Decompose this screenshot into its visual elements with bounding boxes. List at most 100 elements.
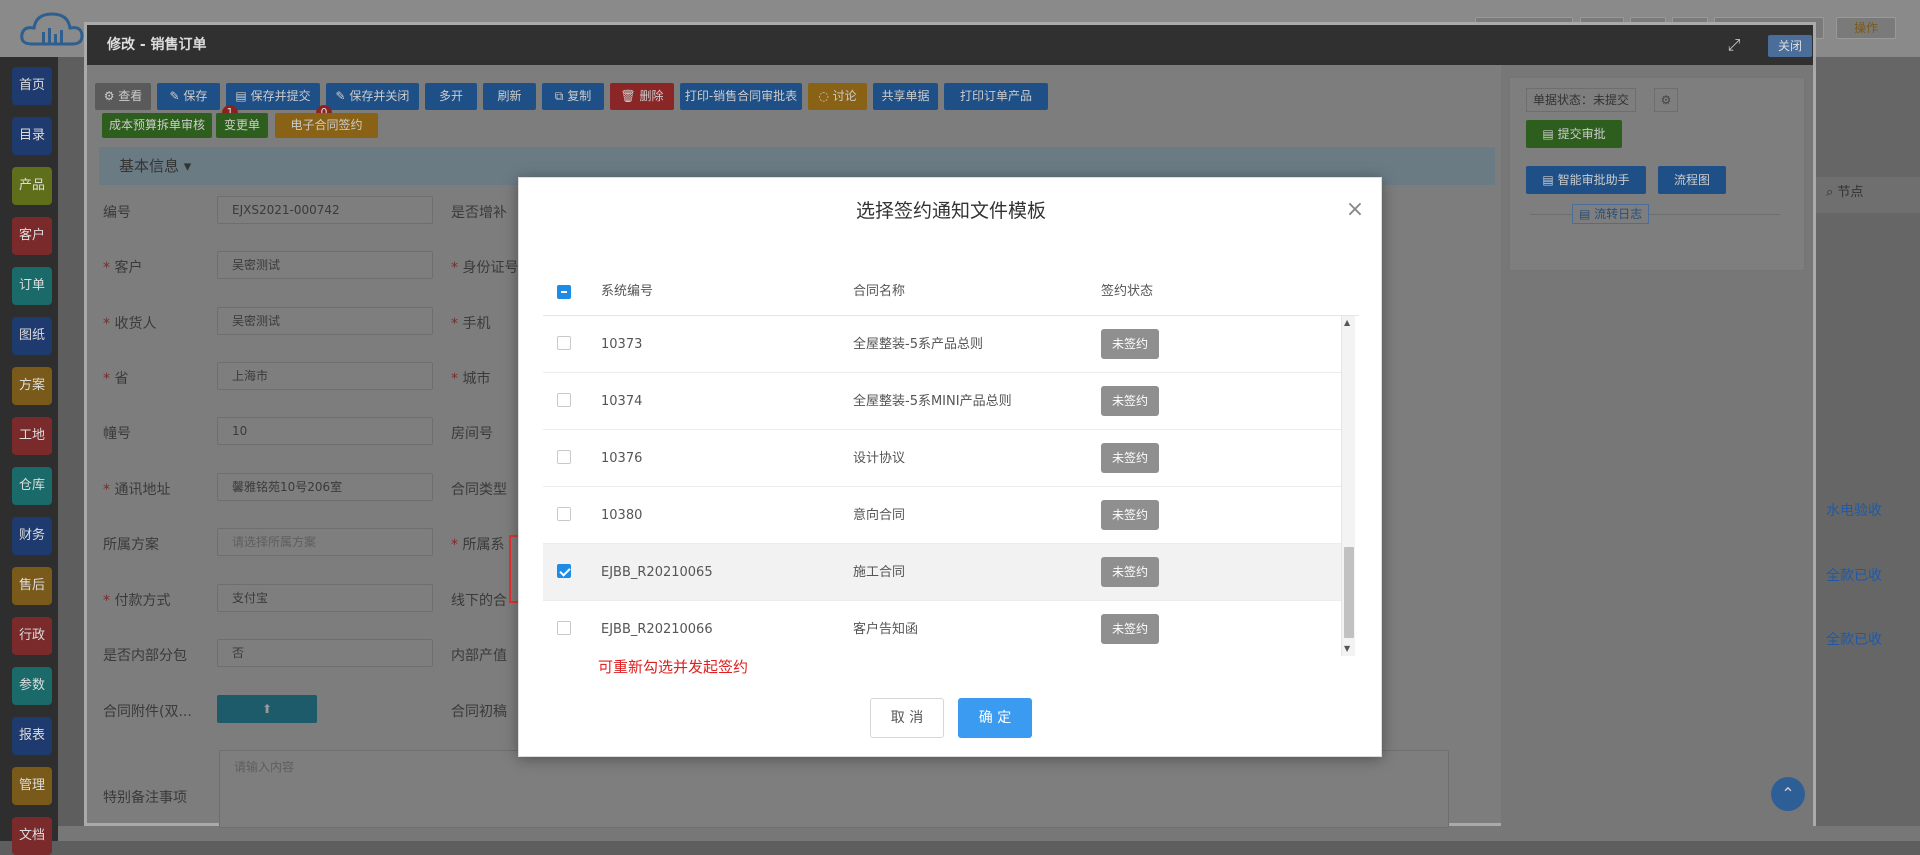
row-checkbox[interactable] xyxy=(557,564,571,578)
sidebar-item[interactable]: 产品 xyxy=(12,167,52,205)
status-badge: 未签约 xyxy=(1101,329,1159,359)
form-label-text: 通讯地址 xyxy=(114,482,171,498)
form-input[interactable]: 吴密测试 xyxy=(217,307,433,335)
section-title: 基本信息 xyxy=(119,157,180,175)
table-row[interactable]: 10376 设计协议 未签约 xyxy=(543,430,1341,487)
table-row[interactable]: 10373 全屋整装-5系产品总则 未签约 xyxy=(543,316,1341,373)
background-status-text[interactable]: 水电验收 xyxy=(1826,500,1882,520)
smart-assistant-button[interactable]: ▤ 智能审批助手 xyxy=(1526,166,1646,194)
form-input[interactable]: 吴密测试 xyxy=(217,251,433,279)
sidebar-item[interactable]: 图纸 xyxy=(12,317,52,355)
sidebar-item[interactable]: 财务 xyxy=(12,517,52,555)
table-row[interactable]: 10374 全屋整装-5系MINI产品总则 未签约 xyxy=(543,373,1341,430)
sidebar-item[interactable]: 订单 xyxy=(12,267,52,305)
table-row[interactable]: 10380 意向合同 未签约 xyxy=(543,487,1341,544)
form-input[interactable]: 支付宝 xyxy=(217,584,433,612)
sidebar-item[interactable]: 客户 xyxy=(12,217,52,255)
sidebar-item[interactable]: 方案 xyxy=(12,367,52,405)
toolbar-button[interactable]: ⧉ 复制 xyxy=(542,83,604,110)
toolbar-button[interactable]: 打印-销售合同审批表 xyxy=(680,83,802,110)
flow-log-button[interactable]: ▤ 流转日志 xyxy=(1572,204,1650,224)
flowchart-button[interactable]: 流程图 xyxy=(1658,166,1726,194)
form-input[interactable]: 10 xyxy=(217,417,433,445)
form-input[interactable]: 否 xyxy=(217,639,433,667)
sidebar-item[interactable]: 参数 xyxy=(12,667,52,705)
sidebar-item[interactable]: 文档 xyxy=(12,817,52,855)
cell-name: 客户告知函 xyxy=(853,622,919,637)
toolbar-button[interactable]: ⚙ 查看 xyxy=(95,83,151,110)
row-checkbox[interactable] xyxy=(557,450,571,464)
cell-id: EJBB_R20210066 xyxy=(601,622,713,637)
cell-id: 10376 xyxy=(601,451,643,466)
required-mark: * xyxy=(103,482,115,498)
sidebar-item[interactable]: 首页 xyxy=(12,67,52,105)
row-checkbox[interactable] xyxy=(557,336,571,350)
sidebar-item[interactable]: 行政 xyxy=(12,617,52,655)
scroll-down-icon[interactable]: ▼ xyxy=(1344,644,1350,653)
select-all-checkbox[interactable] xyxy=(557,285,571,299)
sidebar-item[interactable]: 报表 xyxy=(12,717,52,755)
column-header: 合同名称 xyxy=(853,284,906,299)
toolbar-button[interactable]: 刷新 xyxy=(483,83,536,110)
cancel-button[interactable]: 取 消 xyxy=(870,698,944,738)
row-checkbox[interactable] xyxy=(557,393,571,407)
toolbar-button[interactable]: ✎ 保存 xyxy=(157,83,220,110)
background-status-text[interactable]: 全款已收 xyxy=(1826,629,1882,649)
window-close-button[interactable]: 关闭 xyxy=(1768,35,1812,57)
toolbar-button[interactable]: 共享单据 xyxy=(873,83,938,110)
scroll-top-icon[interactable]: ⌃ xyxy=(1771,777,1805,811)
form-input[interactable]: 上海市 xyxy=(217,362,433,390)
trash-icon: 🗑 xyxy=(620,89,640,103)
expand-icon[interactable]: ⤢ xyxy=(1724,35,1744,55)
sidebar-item[interactable]: 工地 xyxy=(12,417,52,455)
toolbar-button[interactable]: 电子合同签约 xyxy=(275,113,378,138)
form-label: 内部产值 xyxy=(451,645,507,665)
scroll-up-icon[interactable]: ▲ xyxy=(1344,318,1350,327)
cell-id: 10373 xyxy=(601,337,643,352)
confirm-button[interactable]: 确 定 xyxy=(958,698,1032,738)
vertical-scrollbar[interactable]: ▲ ▼ xyxy=(1341,316,1355,656)
toolbar-button[interactable]: ▤ 保存并提交 xyxy=(226,83,320,110)
sidebar-item[interactable]: 仓库 xyxy=(12,467,52,505)
upload-button[interactable]: ⬆ xyxy=(217,695,317,723)
top-action-button[interactable]: 操作 xyxy=(1836,17,1896,39)
sidebar-item[interactable]: 管理 xyxy=(12,767,52,805)
form-input[interactable]: 馨雅铭苑10号206室 xyxy=(217,473,433,501)
sidebar-item[interactable]: 目录 xyxy=(12,117,52,155)
scrollbar-thumb[interactable] xyxy=(1344,547,1354,638)
form-label: 是否增补 xyxy=(451,202,507,222)
form-input[interactable]: EJXS2021-000742 xyxy=(217,196,433,224)
toolbar-button[interactable]: 多开 xyxy=(425,83,477,110)
table-row[interactable]: EJBB_R20210065 施工合同 未签约 xyxy=(543,544,1341,601)
required-mark: * xyxy=(451,537,463,553)
form-label: 合同初稿 xyxy=(451,701,507,721)
toolbar-button[interactable]: ◌ 讨论 xyxy=(808,83,867,110)
toolbar-button[interactable]: 打印订单产品 xyxy=(944,83,1048,110)
form-input[interactable]: 请选择所属方案 xyxy=(217,528,433,556)
toolbar-button-label: 保存并关闭 xyxy=(349,89,410,103)
form-label-text: 是否内部分包 xyxy=(103,648,187,664)
row-checkbox[interactable] xyxy=(557,507,571,521)
submit-approval-button[interactable]: ▤ 提交审批 xyxy=(1526,120,1622,148)
cell-name: 设计协议 xyxy=(853,451,906,466)
remark-textarea[interactable]: 请输入内容 xyxy=(219,750,1449,828)
form-label: * 通讯地址 xyxy=(103,479,170,499)
annotation-note: 可重新勾选并发起签约 xyxy=(598,658,749,676)
node-column-label: ⌕ 节点 xyxy=(1826,185,1864,200)
form-label-text: 线下的合 xyxy=(451,593,507,609)
cloud-logo-icon xyxy=(18,8,86,52)
toolbar-button[interactable]: ✎ 保存并关闭 xyxy=(326,83,419,110)
form-label-text: 编号 xyxy=(103,205,131,221)
toolbar-button[interactable]: 变更单 xyxy=(216,113,268,138)
background-status-text[interactable]: 全款已收 xyxy=(1826,565,1882,585)
toolbar-button[interactable]: 🗑 删除 xyxy=(610,83,674,110)
form-label-text: 手机 xyxy=(462,316,491,332)
settings-gear-icon[interactable]: ⚙ xyxy=(1654,88,1678,112)
row-checkbox[interactable] xyxy=(557,621,571,635)
table-row[interactable]: EJBB_R20210066 客户告知函 未签约 xyxy=(543,601,1341,656)
required-mark: * xyxy=(451,316,463,332)
toolbar-button[interactable]: 成本预算拆单审核 xyxy=(102,113,212,138)
close-icon[interactable]: × xyxy=(1343,198,1367,222)
sidebar-item[interactable]: 售后 xyxy=(12,567,52,605)
form-label: 幢号 xyxy=(103,423,131,443)
